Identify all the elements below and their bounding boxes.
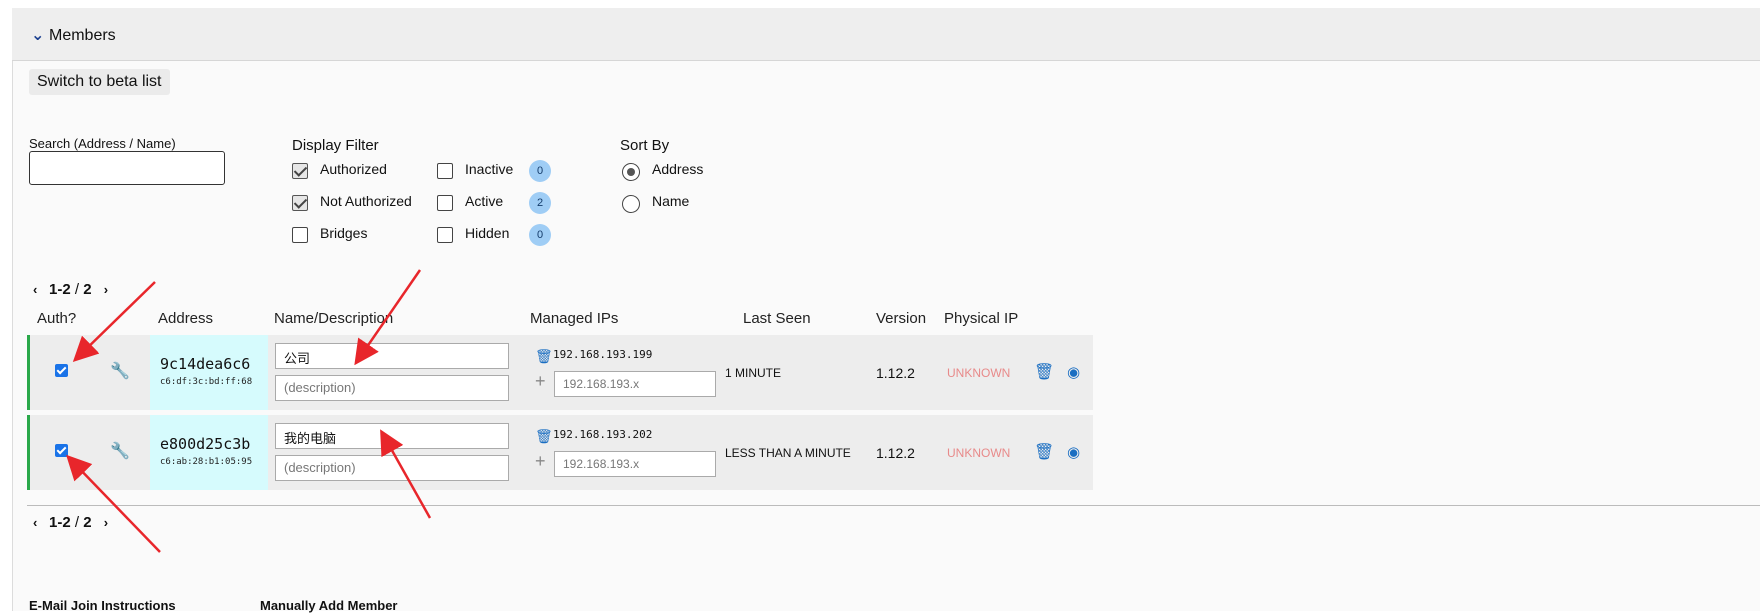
search-label: Search (Address / Name) [29,136,176,151]
display-filter-title: Display Filter [292,137,379,154]
page-total: 2 [83,281,92,298]
wrench-icon[interactable]: 🔧 [110,361,130,381]
inactive-count-badge: 0 [529,160,551,182]
member-mac: c6:df:3c:bd:ff:68 [160,377,253,387]
col-auth: Auth? [37,310,77,327]
sort-name-radio[interactable] [622,195,640,213]
version: 1.12.2 [876,365,915,381]
next-page-icon[interactable]: › [104,282,120,297]
physical-ip: UNKNOWN [947,446,1011,460]
members-header[interactable]: ⌄ Members [12,8,1760,61]
page-separator: / [70,514,84,531]
table-row: 🔧 e800d25c3b c6:ab:28:b1:05:95 我的电脑 (des… [27,415,1093,490]
physical-ip: UNKNOWN [947,366,1011,380]
page-total: 2 [83,514,92,531]
filter-bridges-label: Bridges [320,225,368,241]
member-name-input[interactable]: 我的电脑 [275,423,509,449]
email-join-instructions[interactable]: E-Mail Join Instructions [29,598,176,613]
chevron-down-icon[interactable]: ⌄ [31,25,44,45]
delete-ip-icon[interactable]: 🗑 [535,348,553,365]
sort-name-label: Name [652,193,690,209]
page-separator: / [70,281,84,298]
checkbox-bridges[interactable] [292,227,308,243]
hidden-count-badge: 0 [529,224,551,246]
col-version: Version [876,310,927,327]
checkbox-authorized[interactable] [292,163,308,179]
checkbox-hidden[interactable] [437,227,453,243]
auth-checkbox[interactable] [55,444,68,457]
add-ip-input[interactable]: 192.168.193.x [554,371,716,397]
col-physical-ip: Physical IP [944,310,1019,327]
hide-member-icon[interactable]: ◉ [1067,443,1080,461]
hide-member-icon[interactable]: ◉ [1067,363,1080,381]
col-name: Name/Description [274,310,394,327]
delete-member-icon[interactable]: 🗑 [1034,442,1054,462]
add-ip-icon[interactable]: + [535,371,546,392]
version: 1.12.2 [876,445,915,461]
add-ip-icon[interactable]: + [535,451,546,472]
auth-checkbox[interactable] [55,364,68,377]
sort-address-label: Address [652,161,704,177]
filter-active-label: Active [465,193,504,209]
checkbox-not-authorized[interactable] [292,195,308,211]
add-ip-input[interactable]: 192.168.193.x [554,451,716,477]
active-count-badge: 2 [529,192,551,214]
last-seen: 1 MINUTE [725,366,782,380]
col-last-seen: Last Seen [743,310,811,327]
address-cell: 9c14dea6c6 c6:df:3c:bd:ff:68 [150,335,268,410]
prev-page-icon[interactable]: ‹ [33,515,49,530]
member-name-input[interactable]: 公司 [275,343,509,369]
search-input[interactable] [29,151,225,185]
col-managed-ips: Managed IPs [530,310,619,327]
checkbox-active[interactable] [437,195,453,211]
page-range: 1-2 [49,514,71,531]
switch-to-beta-button[interactable]: Switch to beta list [29,69,170,95]
managed-ip: 192.168.193.199 [553,348,653,361]
sort-by-title: Sort By [620,137,670,154]
divider [27,505,1760,506]
wrench-icon[interactable]: 🔧 [110,441,130,461]
pagination-top: ‹ 1-2 / 2 › [33,281,120,298]
checkbox-inactive[interactable] [437,163,453,179]
page-range: 1-2 [49,281,71,298]
manually-add-member[interactable]: Manually Add Member [260,598,397,613]
prev-page-icon[interactable]: ‹ [33,282,49,297]
delete-member-icon[interactable]: 🗑 [1034,362,1054,382]
filter-inactive-label: Inactive [465,161,514,177]
member-mac: c6:ab:28:b1:05:95 [160,457,253,467]
member-description-input[interactable]: (description) [275,455,509,481]
managed-ip: 192.168.193.202 [553,428,653,441]
address-cell: e800d25c3b c6:ab:28:b1:05:95 [150,415,268,490]
sort-address-radio[interactable] [622,163,640,181]
member-description-input[interactable]: (description) [275,375,509,401]
last-seen: LESS THAN A MINUTE [725,446,851,460]
member-address: e800d25c3b [160,435,251,453]
filter-hidden-label: Hidden [465,225,510,241]
col-address: Address [158,310,214,327]
section-title: Members [49,27,116,44]
member-address: 9c14dea6c6 [160,355,251,373]
next-page-icon[interactable]: › [104,515,120,530]
table-row: 🔧 9c14dea6c6 c6:df:3c:bd:ff:68 公司 (descr… [27,335,1093,410]
delete-ip-icon[interactable]: 🗑 [535,428,553,445]
filter-not-authorized-label: Not Authorized [320,193,412,209]
filter-authorized-label: Authorized [320,161,387,177]
pagination-bottom: ‹ 1-2 / 2 › [33,514,120,531]
